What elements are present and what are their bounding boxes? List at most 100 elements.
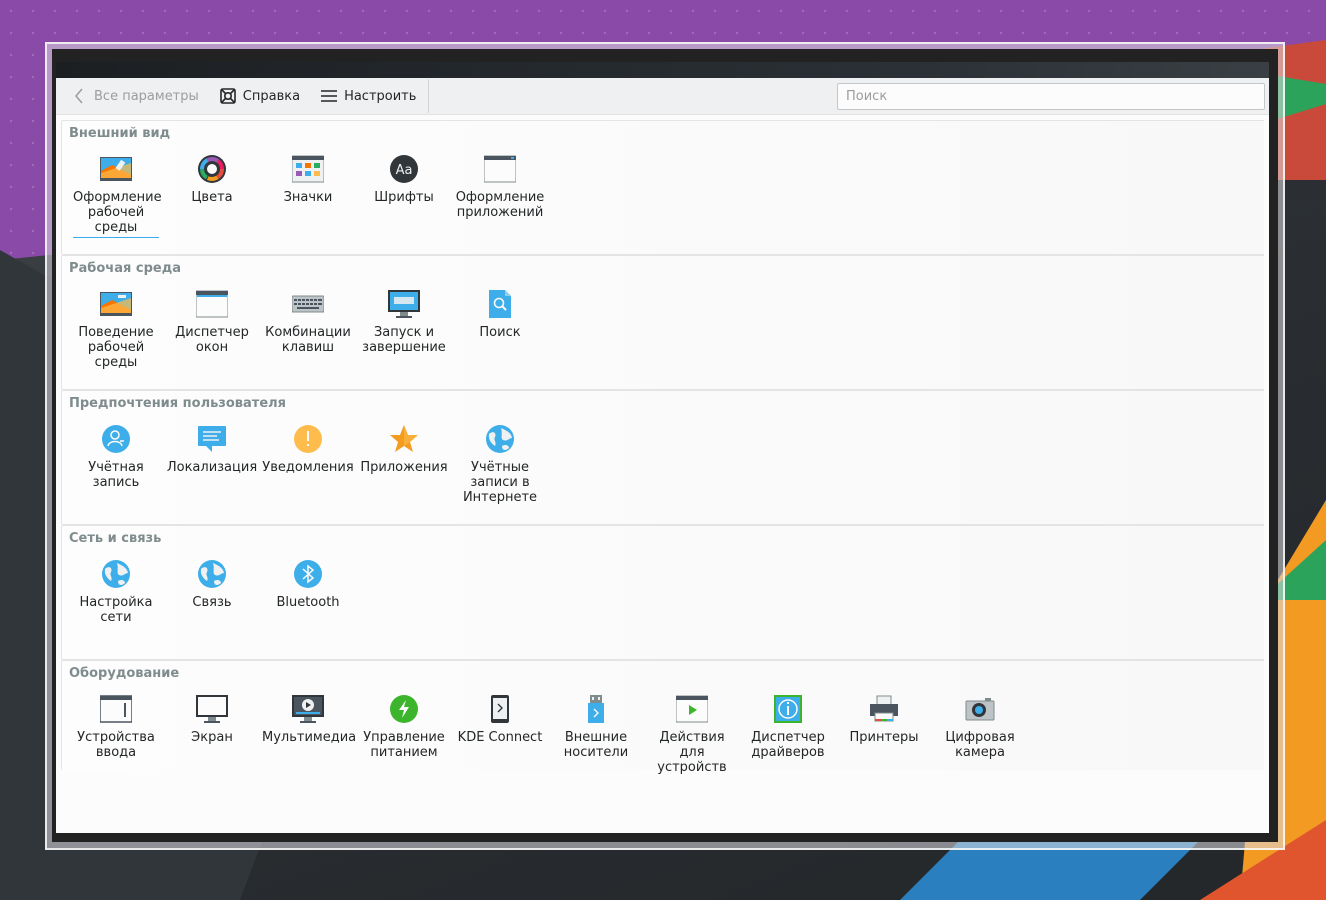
module-user-account[interactable]: Учётная запись — [68, 421, 164, 505]
module-workspace-theme[interactable]: Оформление рабочей среды — [68, 151, 164, 238]
module-label: Принтеры — [849, 730, 919, 745]
power-management-icon — [386, 691, 422, 727]
module-label: Управление питанием — [363, 730, 445, 760]
module-device-actions[interactable]: Действия для устройств — [644, 691, 740, 775]
module-label: KDE Connect — [457, 730, 543, 745]
module-digital-camera[interactable]: Цифровая камера — [932, 691, 1028, 775]
network-settings-icon — [98, 556, 134, 592]
search-settings-icon — [482, 286, 518, 322]
module-online-accounts[interactable]: Учётные записи в Интернете — [452, 421, 548, 505]
driver-manager-icon — [770, 691, 806, 727]
device-actions-icon — [674, 691, 710, 727]
module-keyboard-shortcuts[interactable]: Комбинации клавиш — [260, 286, 356, 370]
module-power-management[interactable]: Управление питанием — [356, 691, 452, 775]
category-workspace: Рабочая среда Поведение рабочей среды Ди… — [61, 255, 1264, 390]
module-printers[interactable]: Принтеры — [836, 691, 932, 775]
module-label: Комбинации клавиш — [265, 325, 351, 355]
module-network-settings[interactable]: Настройка сети — [68, 556, 164, 625]
module-application-style[interactable]: Оформление приложений — [452, 151, 548, 238]
module-driver-manager[interactable]: Диспетчер драйверов — [740, 691, 836, 775]
application-style-icon — [482, 151, 518, 187]
module-label: Диспетчер драйверов — [751, 730, 825, 760]
chevron-left-icon — [70, 87, 88, 105]
keyboard-shortcuts-icon — [290, 286, 326, 322]
online-accounts-icon — [482, 421, 518, 457]
localization-icon — [194, 421, 230, 457]
module-input-devices[interactable]: Устройства ввода — [68, 691, 164, 775]
system-settings-window: Все параметры Справка Настроить Внешний … — [56, 78, 1269, 833]
module-label: Bluetooth — [276, 595, 340, 610]
applications-star-icon — [386, 421, 422, 457]
help-button[interactable]: Справка — [199, 78, 300, 115]
colors-icon — [194, 151, 230, 187]
window-titlebar[interactable] — [56, 62, 1269, 78]
module-icons[interactable]: Значки — [260, 151, 356, 238]
startup-shutdown-icon — [386, 286, 422, 322]
module-label: Шрифты — [374, 190, 434, 205]
svg-text:Aa: Aa — [396, 163, 413, 178]
back-button-label: Все параметры — [94, 88, 199, 104]
connectivity-icon — [194, 556, 230, 592]
module-label: Приложения — [360, 460, 448, 475]
category-hardware: Оборудование Устройства ввода Экран Муль… — [61, 660, 1264, 775]
category-user-preferences: Предпочтения пользователя Учётная запись — [61, 390, 1264, 525]
workspace-theme-icon — [98, 151, 134, 187]
module-label: Мультимедиа — [262, 730, 357, 745]
categories-panel: Внешний вид Оформление рабочей среды Цве… — [61, 120, 1264, 775]
help-lifebuoy-icon — [219, 87, 237, 105]
module-applications[interactable]: Приложения — [356, 421, 452, 505]
module-label: Оформление рабочей среды — [73, 190, 162, 238]
module-window-manager[interactable]: Диспетчер окон — [164, 286, 260, 370]
notifications-icon — [290, 421, 326, 457]
search-input[interactable] — [837, 83, 1265, 110]
toolbar: Все параметры Справка Настроить — [56, 78, 1269, 115]
workspace-behavior-icon — [98, 286, 134, 322]
category-title: Оборудование — [69, 666, 180, 681]
category-title: Рабочая среда — [69, 261, 181, 276]
window-manager-icon — [194, 286, 230, 322]
module-label: Экран — [191, 730, 233, 745]
digital-camera-icon — [962, 691, 998, 727]
module-bluetooth[interactable]: Bluetooth — [260, 556, 356, 625]
module-connectivity[interactable]: Связь — [164, 556, 260, 625]
module-label: Запуск и завершение — [362, 325, 446, 355]
bluetooth-icon — [290, 556, 326, 592]
module-label: Значки — [283, 190, 333, 205]
display-icon — [194, 691, 230, 727]
module-label: Локализация — [166, 460, 258, 475]
configure-button[interactable]: Настроить — [300, 78, 416, 115]
module-notifications[interactable]: Уведомления — [260, 421, 356, 505]
module-label: Диспетчер окон — [175, 325, 249, 355]
module-label: Поиск — [479, 325, 521, 340]
module-startup-shutdown[interactable]: Запуск и завершение — [356, 286, 452, 370]
module-label: Связь — [192, 595, 232, 610]
category-title: Внешний вид — [69, 126, 171, 141]
module-multimedia[interactable]: Мультимедиа — [260, 691, 356, 775]
module-label: Цифровая камера — [945, 730, 1015, 760]
module-label: Уведомления — [262, 460, 354, 475]
category-title: Предпочтения пользователя — [69, 396, 287, 411]
module-removable-storage[interactable]: Внешние носители — [548, 691, 644, 775]
back-button[interactable]: Все параметры — [56, 78, 199, 115]
module-workspace-behavior[interactable]: Поведение рабочей среды — [68, 286, 164, 370]
module-label: Действия для устройств — [657, 730, 727, 775]
module-search-settings[interactable]: Поиск — [452, 286, 548, 370]
module-label: Поведение рабочей среды — [78, 325, 154, 370]
module-colors[interactable]: Цвета — [164, 151, 260, 238]
module-display[interactable]: Экран — [164, 691, 260, 775]
hamburger-menu-icon — [320, 87, 338, 105]
module-fonts[interactable]: Aa Шрифты — [356, 151, 452, 238]
user-account-icon — [98, 421, 134, 457]
module-label: Учётная запись — [88, 460, 144, 490]
input-devices-icon — [98, 691, 134, 727]
category-appearance: Внешний вид Оформление рабочей среды Цве… — [61, 120, 1264, 255]
toolbar-separator — [428, 79, 430, 113]
category-network: Сеть и связь Настройка сети Связь Blueto… — [61, 525, 1264, 660]
category-title: Сеть и связь — [69, 531, 162, 546]
module-label: Оформление приложений — [455, 190, 545, 220]
kde-connect-icon — [482, 691, 518, 727]
module-kde-connect[interactable]: KDE Connect — [452, 691, 548, 775]
help-button-label: Справка — [242, 88, 301, 104]
module-localization[interactable]: Локализация — [164, 421, 260, 505]
configure-button-label: Настроить — [344, 88, 417, 104]
